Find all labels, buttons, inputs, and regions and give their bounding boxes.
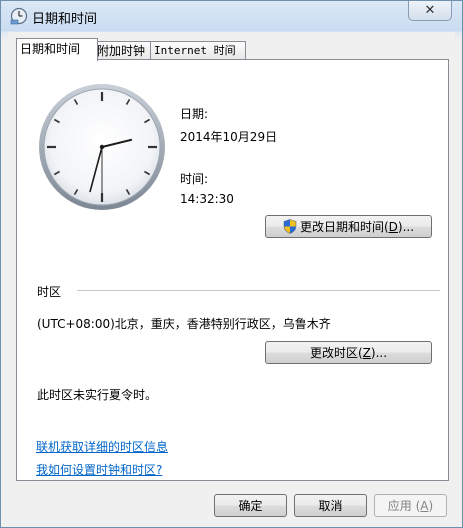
timezone-value: (UTC+08:00)北京，重庆，香港特别行政区，乌鲁木齐 bbox=[37, 317, 331, 331]
time-label: 时间: bbox=[180, 172, 209, 186]
ok-button[interactable]: 确定 bbox=[214, 494, 287, 517]
tab-panel-date-time: 日期: 2014年10月29日 时间: 14:32:30 更改日期和时间(D).… bbox=[16, 59, 449, 481]
close-button[interactable]: ✕ bbox=[408, 1, 452, 21]
title-bar: 日期和时间 ✕ bbox=[1, 1, 462, 31]
close-icon: ✕ bbox=[424, 3, 436, 18]
time-value: 14:32:30 bbox=[180, 192, 234, 206]
tab-additional-clocks[interactable]: 附加时钟 bbox=[93, 41, 155, 60]
date-label: 日期: bbox=[180, 107, 209, 121]
dialog-window: 日期和时间 ✕ 日期和时间 附加时钟 Internet 时间 日期: 2014年… bbox=[0, 0, 463, 528]
timezone-section-label: 时区 bbox=[37, 285, 62, 299]
change-timezone-button[interactable]: 更改时区(Z)... bbox=[265, 341, 432, 364]
uac-shield-icon bbox=[283, 219, 297, 234]
online-timezone-info-link[interactable]: 联机获取详细的时区信息 bbox=[36, 438, 168, 455]
how-to-set-clock-link[interactable]: 我如何设置时钟和时区? bbox=[36, 461, 162, 478]
tab-internet-time[interactable]: Internet 时间 bbox=[150, 41, 246, 60]
timezone-separator bbox=[77, 290, 440, 291]
change-date-time-button[interactable]: 更改日期和时间(D)... bbox=[265, 215, 432, 238]
date-value: 2014年10月29日 bbox=[180, 130, 278, 144]
dst-note: 此时区未实行夏令时。 bbox=[37, 388, 158, 402]
apply-button[interactable]: 应用 (A) bbox=[374, 494, 447, 517]
cancel-button[interactable]: 取消 bbox=[294, 494, 367, 517]
analog-clock bbox=[39, 84, 165, 210]
tab-date-time[interactable]: 日期和时间 bbox=[16, 38, 98, 61]
clock-app-icon bbox=[10, 7, 28, 25]
window-title: 日期和时间 bbox=[32, 12, 98, 27]
dialog-client-area: 日期和时间 附加时钟 Internet 时间 日期: 2014年10月29日 时… bbox=[8, 32, 455, 520]
